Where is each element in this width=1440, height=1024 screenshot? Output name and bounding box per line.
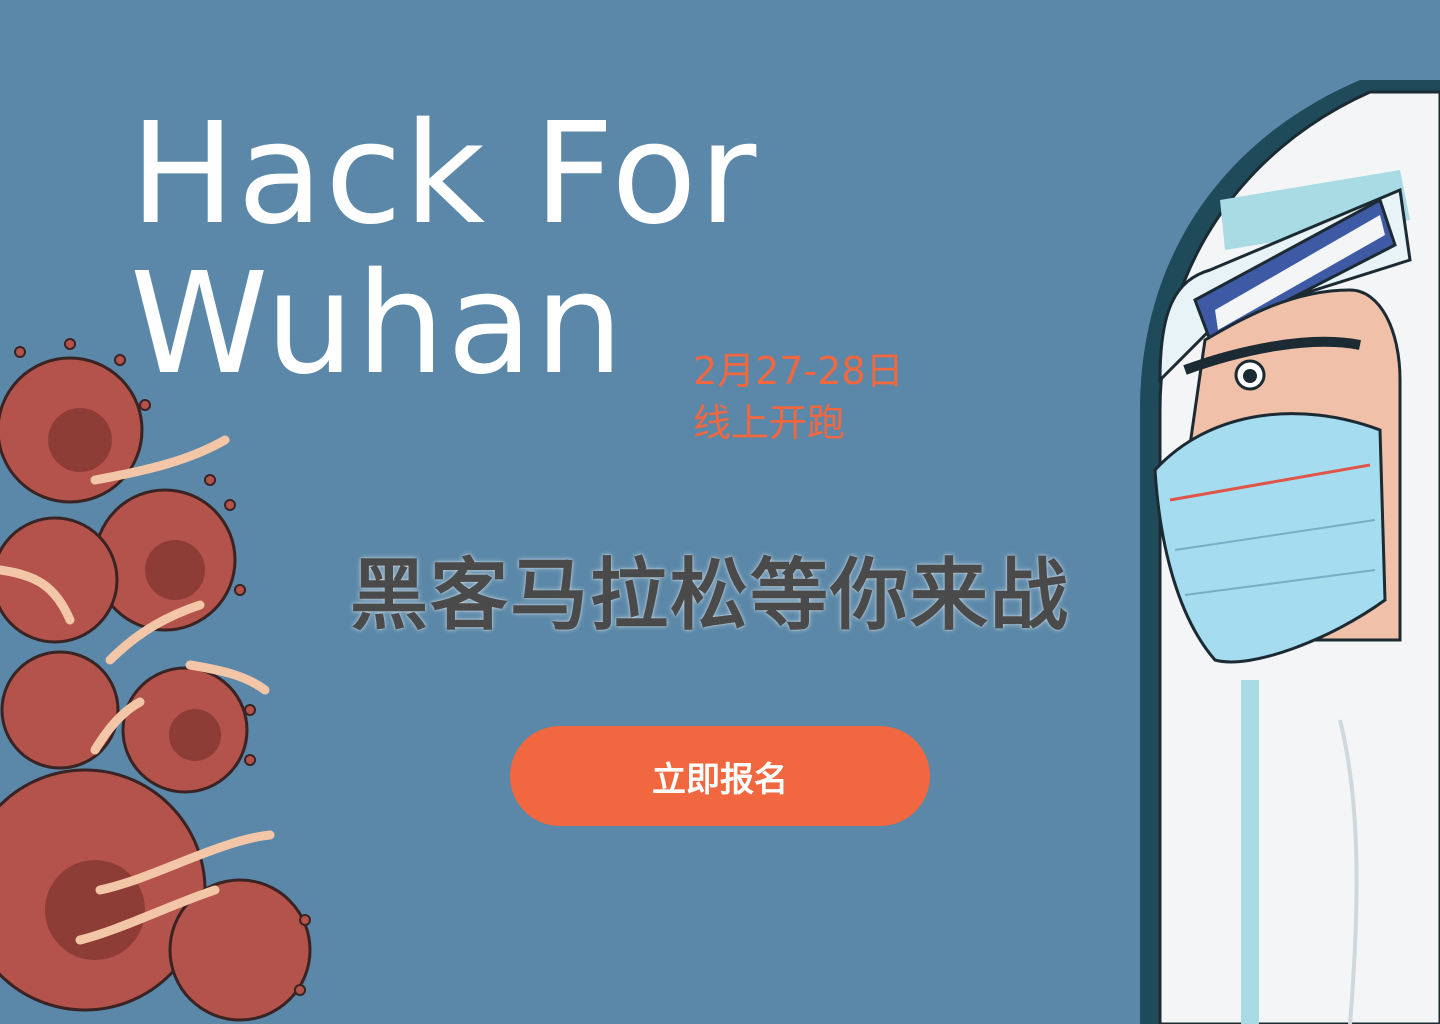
virus-illustration: [0, 338, 312, 1022]
event-slogan: 黑客马拉松等你来战: [350, 551, 1071, 641]
hack-for-wuhan-banner: Hack For Wuhan 2月27-28日 线上开跑 黑客马拉松等你来战 立…: [0, 0, 1440, 1024]
medic-illustration: [1140, 80, 1440, 1024]
event-title-line-2: Wuhan: [130, 243, 626, 406]
event-date-info: 2月27-28日 线上开跑: [693, 345, 904, 449]
event-title: Hack For Wuhan: [130, 100, 758, 400]
event-title-line-1: Hack For: [130, 93, 759, 256]
register-button[interactable]: 立即报名: [510, 726, 930, 826]
event-format: 线上开跑: [693, 401, 846, 445]
event-date: 2月27-28日: [693, 349, 904, 393]
